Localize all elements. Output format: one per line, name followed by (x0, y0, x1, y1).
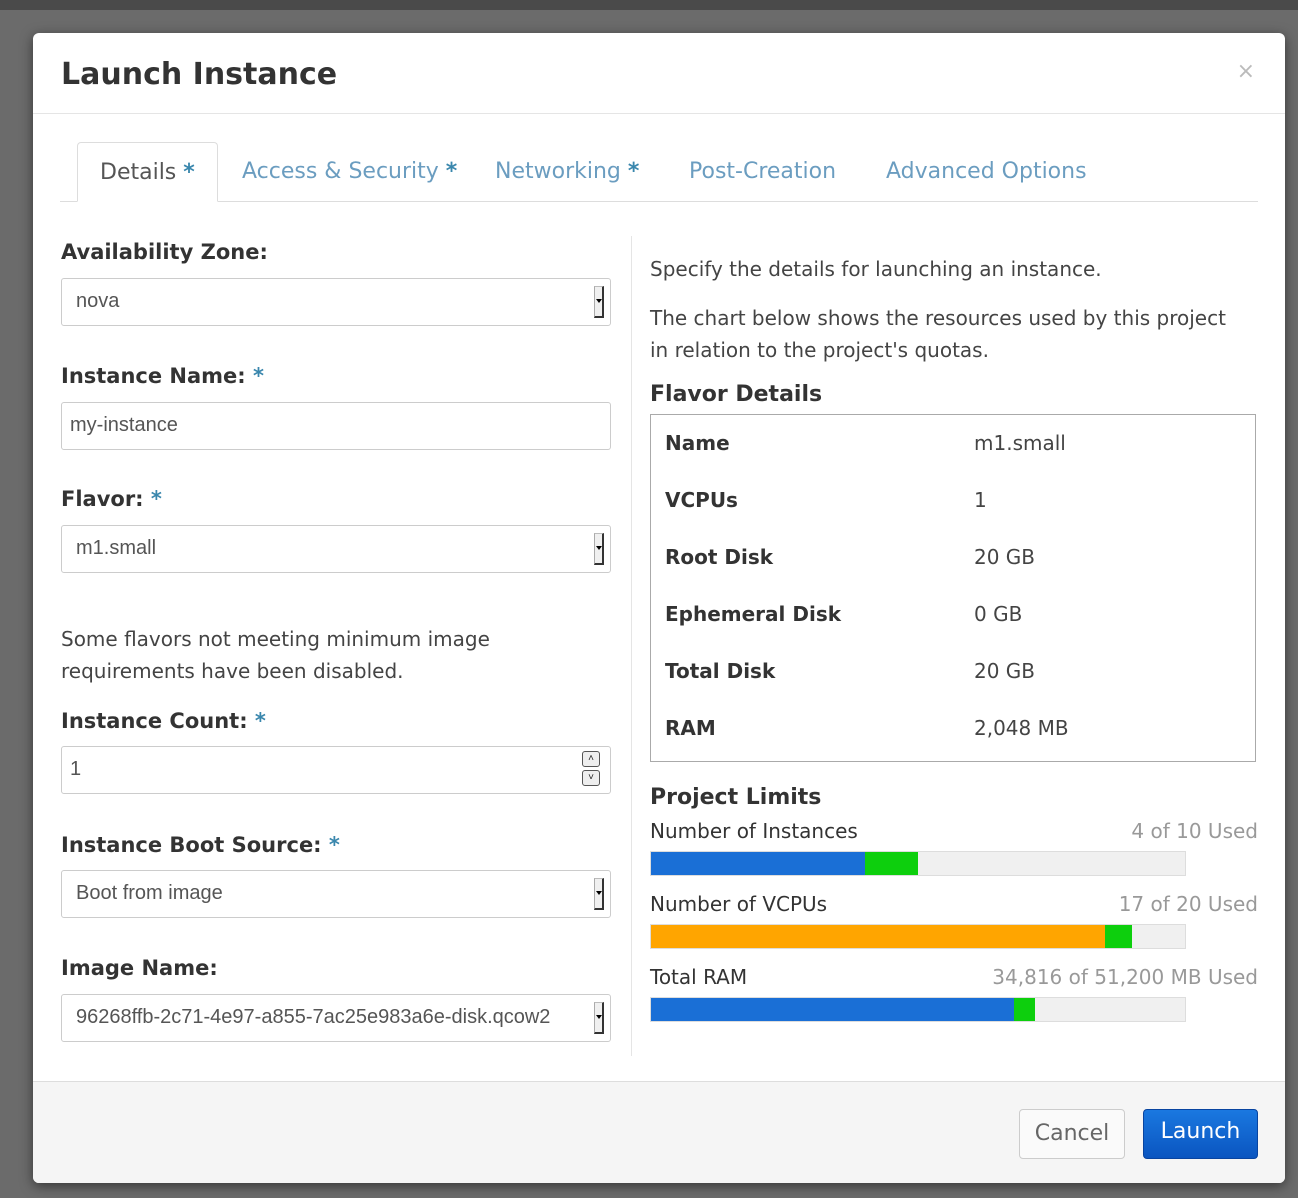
required-marker: * (253, 364, 264, 388)
flavor-value: 2,048 MB (974, 716, 1069, 740)
select-value: nova (76, 290, 120, 312)
flavor-select[interactable]: m1.small (61, 525, 611, 573)
close-icon[interactable]: × (1237, 59, 1255, 84)
flavor-details-heading: Flavor Details (650, 382, 823, 407)
stepper-up-icon[interactable]: ˄ (582, 751, 600, 767)
tab-advanced-options[interactable]: Advanced Options (886, 142, 1087, 201)
chevron-down-icon (594, 533, 604, 565)
instance-count-input[interactable]: 1 ˄ ˅ (61, 746, 611, 794)
number-stepper[interactable]: ˄ ˅ (582, 751, 602, 789)
label-text: Instance Count: (61, 709, 248, 733)
input-value: my-instance (70, 414, 178, 436)
quota-added-fill (864, 852, 918, 875)
input-value: 1 (70, 758, 82, 780)
table-row: VCPUs 1 (665, 488, 1245, 518)
limit-label: Number of VCPUs (650, 892, 828, 916)
instance-count-label: Instance Count: * (61, 709, 266, 733)
required-marker: * (150, 487, 162, 511)
table-row: RAM 2,048 MB (665, 716, 1245, 746)
flavor-value: 1 (974, 488, 987, 512)
tab-bar: Details * Access & Security * Networking… (60, 142, 1258, 202)
required-marker: * (328, 833, 340, 857)
limit-used-text: 34,816 of 51,200 MB Used (992, 965, 1258, 989)
flavor-help-text: Some flavors not meeting minimum image r… (61, 627, 490, 683)
launch-instance-dialog: Launch Instance × Details * Access & Sec… (33, 33, 1285, 1183)
tab-details[interactable]: Details * (77, 142, 218, 202)
table-row: Ephemeral Disk 0 GB (665, 602, 1245, 632)
tab-post-creation[interactable]: Post-Creation (689, 142, 836, 201)
table-row: Total Disk 20 GB (665, 659, 1245, 689)
project-limits-heading: Project Limits (650, 785, 822, 810)
chevron-down-icon (594, 1002, 604, 1034)
stepper-down-icon[interactable]: ˅ (582, 770, 600, 786)
instance-name-label: Instance Name: * (61, 364, 264, 388)
flavor-value: m1.small (974, 431, 1066, 455)
instance-name-input[interactable]: my-instance (61, 402, 611, 450)
column-divider (631, 236, 632, 1056)
tab-access-security[interactable]: Access & Security * (242, 142, 457, 201)
quota-used-fill (651, 998, 1015, 1021)
flavor-value: 20 GB (974, 659, 1036, 683)
dialog-header: Launch Instance × (33, 33, 1285, 114)
flavor-key: RAM (665, 716, 716, 740)
limit-label: Total RAM (650, 965, 748, 989)
tab-networking[interactable]: Networking * (495, 142, 639, 201)
select-value: m1.small (76, 537, 157, 559)
label-text: Instance Boot Source: (61, 833, 322, 857)
launch-button[interactable]: Launch (1143, 1109, 1258, 1159)
tab-label: Details (100, 160, 177, 185)
cancel-button[interactable]: Cancel (1019, 1109, 1125, 1159)
flavor-value: 20 GB (974, 545, 1036, 569)
quota-used-fill (651, 925, 1105, 948)
required-marker: * (627, 159, 640, 184)
select-value: Boot from image (76, 882, 223, 904)
label-text: Instance Name: (61, 364, 246, 388)
chevron-down-icon (594, 286, 604, 318)
quota-added-fill (1104, 925, 1132, 948)
required-marker: * (445, 159, 458, 184)
select-value: 96268ffb-2c71-4e97-a855-7ac25e983a6e-dis… (76, 1006, 551, 1028)
quota-bar (650, 851, 1186, 876)
intro-text: Specify the details for launching an ins… (650, 257, 1102, 281)
flavor-key: Ephemeral Disk (665, 602, 842, 626)
flavor-details-table: Name m1.small VCPUs 1 Root Disk 20 GB Ep… (650, 414, 1256, 762)
flavor-key: VCPUs (665, 488, 738, 512)
limit-used-text: 4 of 10 Used (1131, 819, 1258, 843)
tab-label: Post-Creation (689, 159, 837, 184)
tab-label: Access & Security (242, 159, 439, 184)
tab-label: Networking (495, 159, 621, 184)
quota-used-fill (651, 852, 865, 875)
dialog-title: Launch Instance (61, 57, 338, 92)
availability-zone-label: Availability Zone: (61, 240, 268, 264)
flavor-key: Root Disk (665, 545, 774, 569)
limit-label: Number of Instances (650, 819, 858, 843)
tab-label: Advanced Options (886, 159, 1087, 184)
table-row: Name m1.small (665, 431, 1245, 461)
required-marker: * (183, 160, 195, 185)
boot-source-select[interactable]: Boot from image (61, 870, 611, 918)
table-row: Root Disk 20 GB (665, 545, 1245, 575)
chevron-down-icon (594, 878, 604, 910)
flavor-key: Name (665, 431, 730, 455)
image-name-select[interactable]: 96268ffb-2c71-4e97-a855-7ac25e983a6e-dis… (61, 994, 611, 1042)
required-marker: * (254, 709, 266, 733)
label-text: Flavor: (61, 487, 144, 511)
availability-zone-select[interactable]: nova (61, 278, 611, 326)
quota-bar (650, 997, 1186, 1022)
flavor-label: Flavor: * (61, 487, 162, 511)
flavor-value: 0 GB (974, 602, 1023, 626)
boot-source-label: Instance Boot Source: * (61, 833, 340, 857)
dialog-footer: Cancel Launch (33, 1081, 1285, 1183)
quota-added-fill (1014, 998, 1036, 1021)
limit-used-text: 17 of 20 Used (1118, 892, 1258, 916)
quota-bar (650, 924, 1186, 949)
flavor-key: Total Disk (665, 659, 776, 683)
chart-note-text: The chart below shows the resources used… (650, 306, 1226, 362)
image-name-label: Image Name: (61, 956, 218, 980)
